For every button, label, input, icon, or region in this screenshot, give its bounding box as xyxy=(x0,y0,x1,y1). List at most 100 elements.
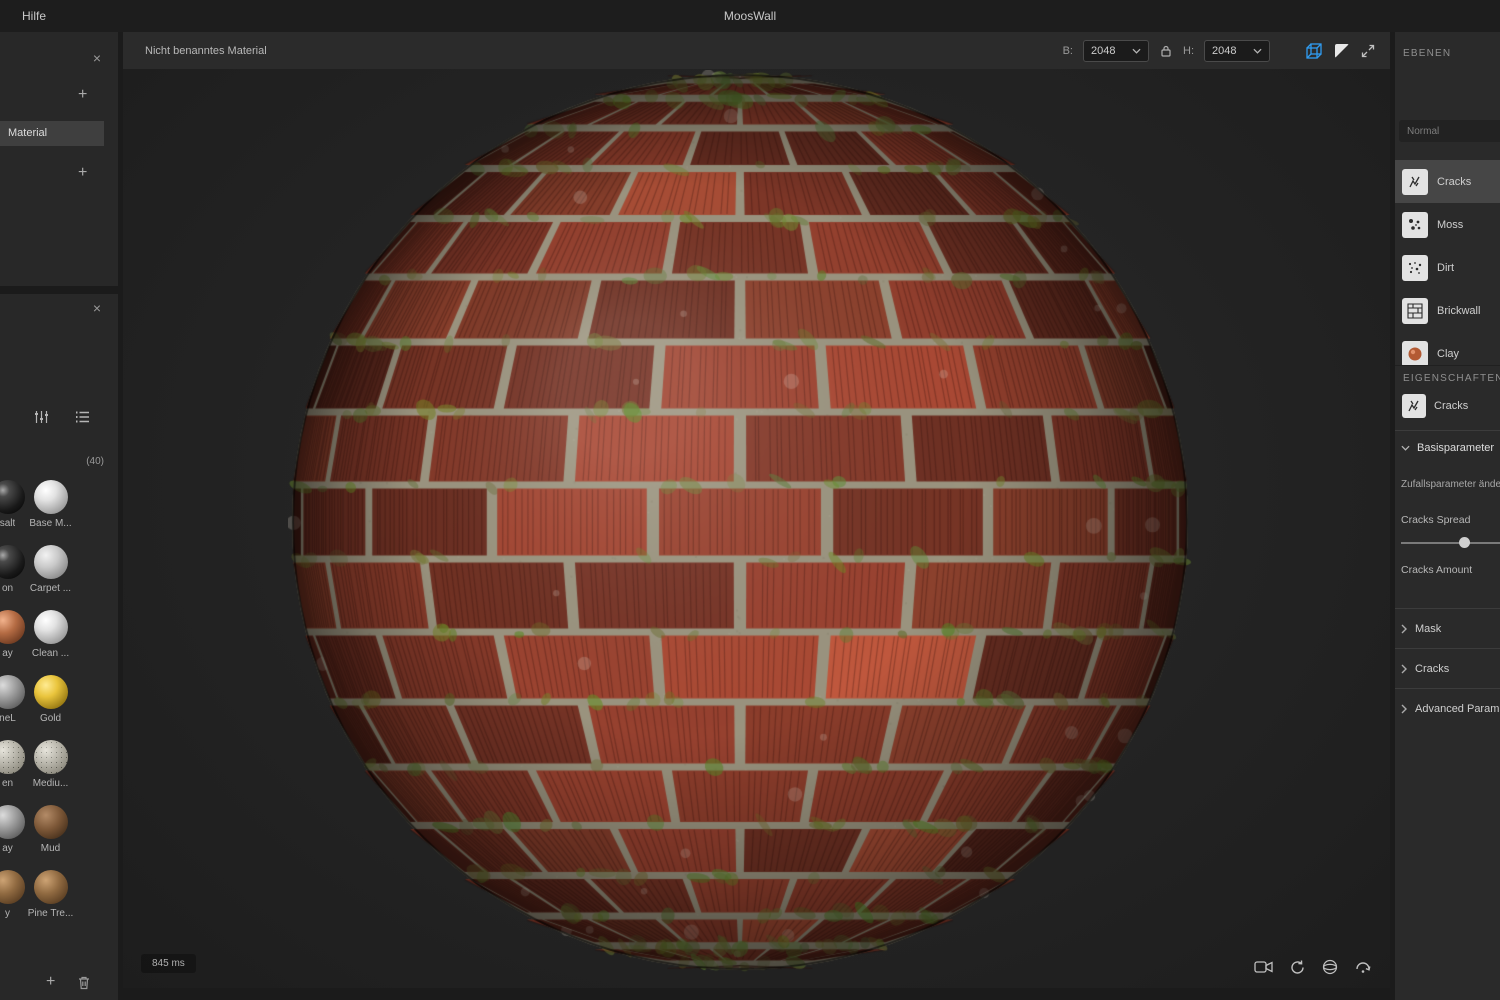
material-sphere-thumb[interactable] xyxy=(0,805,25,839)
layer-row-clay[interactable]: Clay xyxy=(1395,332,1500,365)
layer-row-dirt[interactable]: Dirt xyxy=(1395,246,1500,289)
viewport-toolbar-controls: B: 2048 H: 2048 xyxy=(1063,40,1376,62)
material-sphere-thumb[interactable] xyxy=(0,675,25,709)
material-label: on xyxy=(2,583,13,594)
material-sphere-thumb[interactable] xyxy=(34,545,68,579)
section-mask[interactable]: Mask xyxy=(1395,609,1500,648)
viewport-toolbar: Nicht benanntes Material B: 2048 H: 2048 xyxy=(123,32,1390,69)
materials-grid: saltBase M...onCarpet ...ayClean ...neLG… xyxy=(0,480,118,935)
add-icon[interactable]: + xyxy=(78,87,87,103)
layer-row-moss[interactable]: Moss xyxy=(1395,203,1500,246)
material-thumbnail[interactable]: y xyxy=(0,870,29,935)
material-label: Base M... xyxy=(29,518,71,529)
chevron-down-icon xyxy=(1132,48,1141,54)
height-label: H: xyxy=(1183,45,1194,57)
material-sphere-thumb[interactable] xyxy=(34,480,68,514)
2d-view-icon[interactable] xyxy=(1334,43,1350,59)
material-thumbnail[interactable]: ay xyxy=(0,610,29,675)
clay-icon xyxy=(1402,341,1428,366)
close-icon[interactable]: × xyxy=(93,51,101,65)
material-label: Clean ... xyxy=(32,648,69,659)
material-thumbnail[interactable]: Clean ... xyxy=(29,610,72,675)
material-thumbnail[interactable]: ay xyxy=(0,805,29,870)
width-dropdown[interactable]: 2048 xyxy=(1083,40,1149,62)
fullscreen-icon[interactable] xyxy=(1360,43,1376,59)
section-advanced-param[interactable]: Advanced Param xyxy=(1395,689,1500,728)
properties-layer-row: Cracks xyxy=(1402,394,1468,418)
environment-icon[interactable] xyxy=(1321,958,1339,976)
chevron-down-icon xyxy=(1401,445,1410,451)
material-sphere-preview[interactable] xyxy=(288,70,1192,974)
3d-viewport[interactable]: 845 ms xyxy=(123,69,1390,988)
layers-header: EBENEN xyxy=(1403,48,1451,59)
cracks-icon xyxy=(1402,169,1428,195)
reset-view-icon[interactable] xyxy=(1289,959,1306,976)
camera-icon[interactable] xyxy=(1254,959,1274,975)
3d-view-icon[interactable] xyxy=(1304,41,1324,61)
material-sphere-thumb[interactable] xyxy=(0,610,25,644)
view-toggle-group xyxy=(34,410,90,424)
material-thumbnail[interactable]: Pine Tre... xyxy=(29,870,72,935)
section-basisparameter[interactable]: Basisparameter xyxy=(1401,442,1494,454)
material-label: Mud xyxy=(41,843,60,854)
section-cracks[interactable]: Cracks xyxy=(1395,649,1500,688)
randomize-parameters-link[interactable]: Zufallsparameter ände xyxy=(1401,479,1500,490)
material-thumbnail[interactable]: Gold xyxy=(29,675,72,740)
moss-icon xyxy=(1402,212,1428,238)
material-thumbnail[interactable]: en xyxy=(0,740,29,805)
add-icon[interactable]: + xyxy=(78,165,87,181)
material-label: neL xyxy=(0,713,16,724)
material-sphere-thumb[interactable] xyxy=(34,675,68,709)
material-thumbnail[interactable]: salt xyxy=(0,480,29,545)
slider-track xyxy=(1401,542,1500,544)
lock-icon[interactable] xyxy=(1159,44,1173,58)
material-sphere-thumb[interactable] xyxy=(34,805,68,839)
layer-name: Brickwall xyxy=(1437,305,1480,317)
dirt-icon xyxy=(1402,255,1428,281)
material-sphere-thumb[interactable] xyxy=(0,740,25,774)
material-thumbnail[interactable]: on xyxy=(0,545,29,610)
blend-mode-select[interactable]: Normal xyxy=(1399,120,1500,142)
material-name: Nicht benanntes Material xyxy=(145,45,267,57)
collapsed-sections: Mask Cracks Advanced Param xyxy=(1395,608,1500,728)
panel-divider xyxy=(0,286,118,294)
cracks-icon xyxy=(1402,394,1426,418)
material-list-item-selected[interactable]: Material xyxy=(0,121,104,146)
menu-help[interactable]: Hilfe xyxy=(22,9,46,23)
list-view-icon[interactable] xyxy=(75,411,90,423)
left-sidebar: × + Material + × (40) saltBase M... on Car… xyxy=(0,32,118,1000)
layer-name: Dirt xyxy=(1437,262,1454,274)
height-dropdown[interactable]: 2048 xyxy=(1204,40,1270,62)
properties-header: EIGENSCHAFTEN xyxy=(1395,365,1500,397)
cracks-spread-slider[interactable] xyxy=(1401,537,1500,549)
material-sphere-thumb[interactable] xyxy=(0,480,25,514)
rotate-environment-icon[interactable] xyxy=(1354,958,1372,976)
window-title: MoosWall xyxy=(724,9,776,23)
material-sphere-thumb[interactable] xyxy=(34,870,68,904)
trash-icon[interactable] xyxy=(77,975,91,990)
material-thumbnail[interactable]: Mediu... xyxy=(29,740,72,805)
viewport-bottom-toolbar xyxy=(1254,958,1372,976)
material-thumbnail[interactable]: neL xyxy=(0,675,29,740)
material-sphere-thumb[interactable] xyxy=(0,870,25,904)
thumbnail-view-icon[interactable] xyxy=(34,410,49,424)
material-thumbnail[interactable]: Mud xyxy=(29,805,72,870)
material-label: Gold xyxy=(40,713,61,724)
height-value: 2048 xyxy=(1212,45,1236,57)
layer-row-cracks[interactable]: Cracks xyxy=(1395,160,1500,203)
add-material-button[interactable]: + xyxy=(46,974,55,990)
section-label: Mask xyxy=(1415,623,1441,635)
right-sidebar: EBENEN Normal CracksMossDirtBrickwallCla… xyxy=(1395,32,1500,1000)
layer-row-brickwall[interactable]: Brickwall xyxy=(1395,289,1500,332)
material-sphere-thumb[interactable] xyxy=(0,545,25,579)
material-thumbnail[interactable]: Base M... xyxy=(29,480,72,545)
material-thumbnail[interactable]: Carpet ... xyxy=(29,545,72,610)
divider xyxy=(1395,430,1500,431)
material-count: (40) xyxy=(86,456,104,467)
slider-knob[interactable] xyxy=(1459,537,1470,548)
close-icon[interactable]: × xyxy=(93,301,101,315)
material-sphere-thumb[interactable] xyxy=(34,740,68,774)
material-sphere-thumb[interactable] xyxy=(34,610,68,644)
viewport: Nicht benanntes Material B: 2048 H: 2048 xyxy=(123,32,1390,988)
section-label: Advanced Param xyxy=(1415,703,1499,715)
